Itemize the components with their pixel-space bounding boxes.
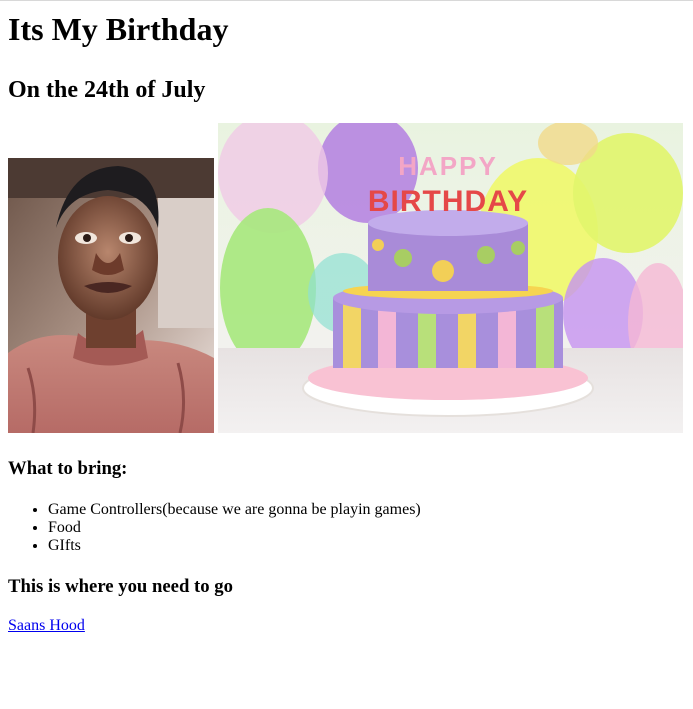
photo-row: HAPPY BIRTHDAY (8, 123, 685, 433)
bring-list: Game Controllers(because we are gonna be… (8, 501, 685, 555)
location-link[interactable]: Saans Hood (8, 617, 85, 634)
page-subtitle: On the 24th of July (8, 77, 206, 103)
bring-heading: What to bring: (8, 458, 128, 479)
svg-text:BIRTHDAY: BIRTHDAY (368, 185, 528, 218)
page: Its My Birthday On the 24th of July HAPP… (0, 11, 693, 636)
portrait-image (8, 158, 214, 433)
list-item: Game Controllers(because we are gonna be… (48, 501, 685, 519)
cake-image: HAPPY BIRTHDAY (218, 123, 683, 433)
location-heading: This is where you need to go (8, 576, 233, 597)
svg-text:HAPPY: HAPPY (398, 151, 498, 181)
page-title: Its My Birthday (8, 11, 229, 47)
location-link-wrap: Saans Hood (8, 616, 685, 636)
list-item: GIfts (48, 537, 685, 555)
list-item: Food (48, 519, 685, 537)
